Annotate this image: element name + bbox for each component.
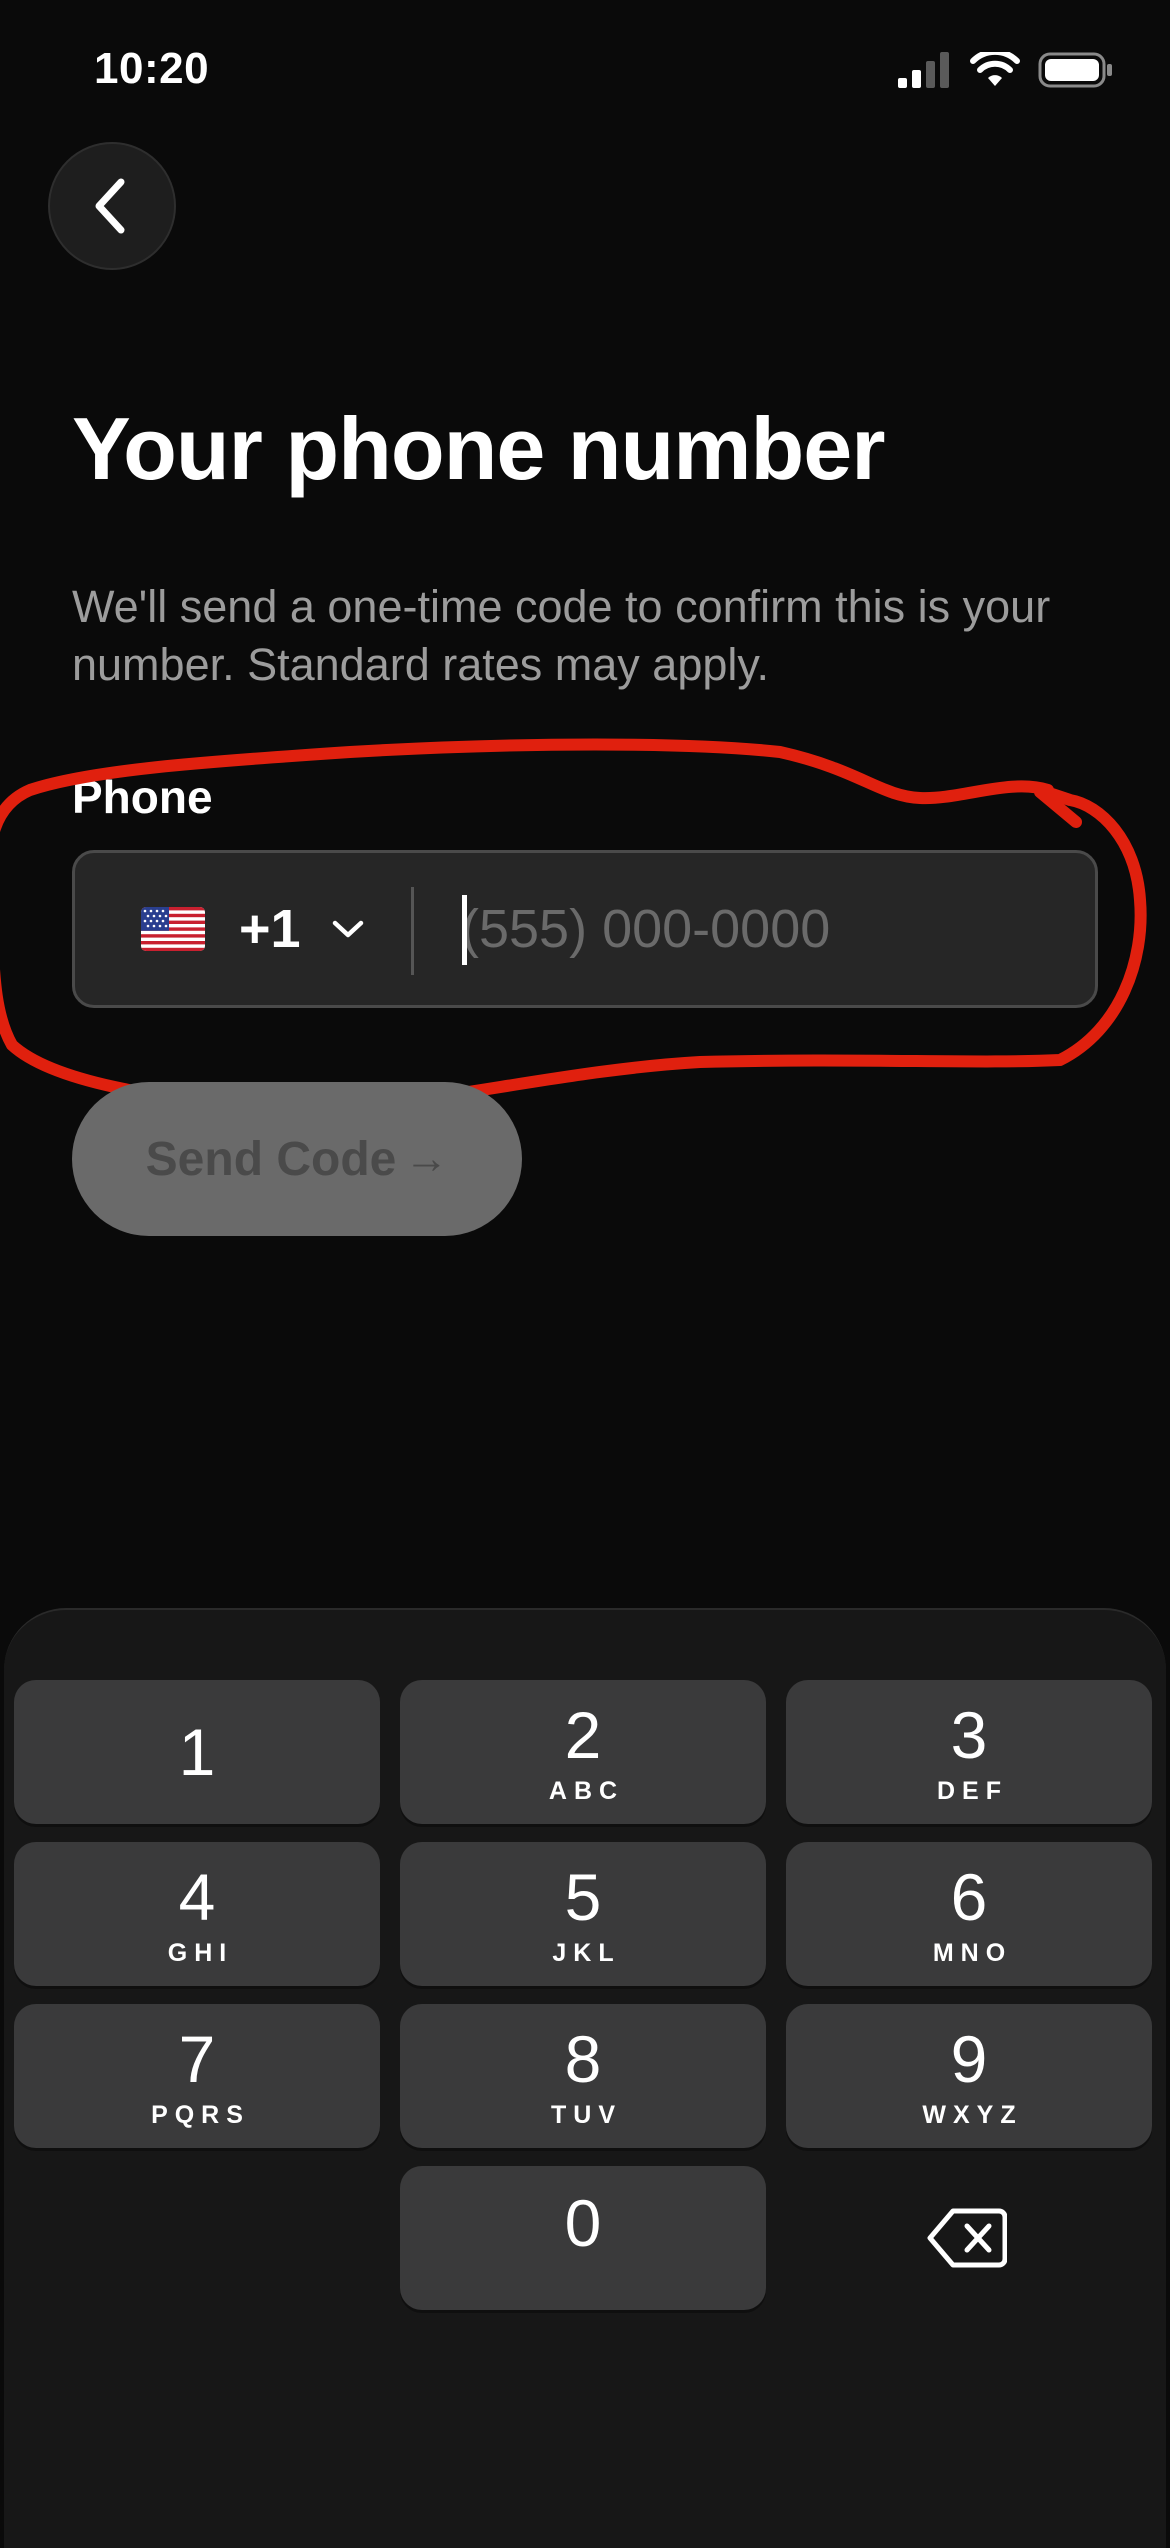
country-code-selector[interactable]: +1 <box>141 853 365 1005</box>
keypad-key-7[interactable]: 7 PQRS <box>14 2004 380 2148</box>
key-digit: 0 <box>564 2186 602 2260</box>
wifi-icon <box>970 52 1020 86</box>
key-digit: 6 <box>950 1859 988 1934</box>
phone-field-label: Phone <box>72 771 213 823</box>
dial-code: +1 <box>239 899 301 959</box>
key-digit: 8 <box>564 2021 602 2096</box>
keypad-key-9[interactable]: 9 WXYZ <box>786 2004 1152 2148</box>
arrow-right-icon: → <box>404 1134 449 1183</box>
status-time: 10:20 <box>94 44 210 93</box>
key-digit: 3 <box>950 1697 988 1772</box>
send-code-label: Send Code <box>145 1132 397 1186</box>
page-description: We'll send a one-time code to confirm th… <box>72 581 1051 690</box>
key-letters: WXYZ <box>922 2100 1023 2129</box>
chevron-left-icon <box>95 178 125 234</box>
text-caret <box>462 895 467 965</box>
keypad-key-2[interactable]: 2 ABC <box>400 1680 766 1824</box>
key-letters: MNO <box>932 1938 1013 1967</box>
key-digit: 2 <box>564 1697 602 1772</box>
chevron-down-icon <box>332 920 363 938</box>
keypad-key-4[interactable]: 4 GHI <box>14 1842 380 1986</box>
page-title: Your phone number <box>72 399 885 498</box>
field-divider <box>411 887 414 975</box>
cellular-signal-icon <box>898 52 949 88</box>
phone-field: +1 <box>72 850 1098 1008</box>
keypad-key-6[interactable]: 6 MNO <box>786 1842 1152 1986</box>
battery-icon <box>1038 52 1112 88</box>
key-digit: 7 <box>178 2021 216 2096</box>
key-letters: PQRS <box>151 2100 250 2129</box>
key-letters: TUV <box>551 2100 622 2129</box>
keypad-key-5[interactable]: 5 JKL <box>400 1842 766 1986</box>
keypad-key-1[interactable]: 1 <box>14 1680 380 1824</box>
delete-key[interactable] <box>784 2166 1150 2310</box>
key-letters: DEF <box>937 1776 1008 1805</box>
key-digit: 1 <box>178 1715 216 1789</box>
keypad-key-8[interactable]: 8 TUV <box>400 2004 766 2148</box>
phone-number-screen: 10:20 Your phone number We'll send a one… <box>0 0 1170 2548</box>
key-digit: 9 <box>950 2021 988 2096</box>
key-letters: JKL <box>552 1938 621 1967</box>
back-button[interactable] <box>48 142 176 270</box>
phone-number-input[interactable] <box>461 853 1061 1005</box>
send-code-button[interactable]: Send Code → <box>72 1082 522 1236</box>
key-digit: 5 <box>564 1859 602 1934</box>
backspace-icon <box>927 2208 1007 2268</box>
us-flag-icon <box>141 907 205 951</box>
key-letters: GHI <box>167 1938 234 1967</box>
key-letters: ABC <box>548 1776 625 1805</box>
status-icons <box>898 52 1114 88</box>
key-digit: 4 <box>178 1859 216 1934</box>
keypad-key-3[interactable]: 3 DEF <box>786 1680 1152 1824</box>
keypad-key-0[interactable]: 0 <box>400 2166 766 2310</box>
